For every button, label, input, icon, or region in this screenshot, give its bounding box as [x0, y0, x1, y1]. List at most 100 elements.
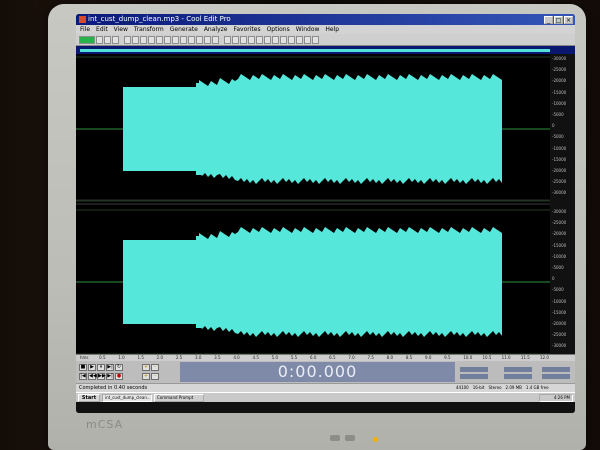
- zoom-in-horizontal-button[interactable]: +: [142, 364, 150, 371]
- right-channel-waveform: [199, 227, 502, 337]
- time-ruler-label: 6.5: [329, 355, 336, 360]
- time-ruler[interactable]: hms 0.5 1.0 1.5 2.0 2.5 3.0 3.5 4.0 4.5 5.0 5.5 6.0 6…: [76, 354, 575, 361]
- overview-strip[interactable]: [76, 46, 575, 54]
- save-file-button[interactable]: [104, 35, 111, 44]
- maximize-button[interactable]: □: [554, 15, 563, 24]
- toolbar-button[interactable]: [224, 35, 231, 44]
- selection-end-field[interactable]: [504, 367, 532, 372]
- zoom-out-vertical-button[interactable]: -: [151, 373, 159, 380]
- waveform-canvas[interactable]: [76, 54, 550, 354]
- time-display: 0:00.000: [180, 362, 455, 382]
- selection-length-field[interactable]: [542, 367, 570, 372]
- loop-button[interactable]: ↻: [115, 364, 123, 371]
- status-file-size: 2.09 MB: [505, 385, 522, 390]
- minimize-button[interactable]: _: [544, 15, 553, 24]
- toolbar-button[interactable]: [172, 35, 179, 44]
- ruler-label: -5000: [552, 134, 564, 140]
- time-ruler-label: 3.0: [195, 355, 202, 360]
- menu-generate[interactable]: Generate: [170, 25, 198, 34]
- toolbar-button[interactable]: [296, 35, 303, 44]
- multitrack-toggle-button[interactable]: [79, 35, 95, 44]
- open-file-button[interactable]: [96, 35, 103, 44]
- ruler-label: 0: [552, 276, 555, 282]
- taskbar-item-cool-edit[interactable]: int_cust_dump_clean...: [102, 393, 152, 402]
- app-icon: [79, 16, 86, 23]
- waveform-display[interactable]: -30000 -25000 -20000 -15000 -10000 -5000 0 -500…: [76, 54, 575, 354]
- menu-transform[interactable]: Transform: [134, 25, 164, 34]
- view-length-field[interactable]: [542, 374, 570, 379]
- menu-edit[interactable]: Edit: [96, 25, 108, 34]
- toolbar-button[interactable]: [272, 35, 279, 44]
- toolbar-button[interactable]: [264, 35, 271, 44]
- fast-forward-button[interactable]: ▶▶: [97, 373, 106, 380]
- left-channel-intro-block: [123, 87, 199, 171]
- time-ruler-label: 12.0: [540, 355, 549, 360]
- toolbar-button[interactable]: [312, 35, 319, 44]
- time-ruler-label: 10.5: [482, 355, 492, 360]
- undo-button[interactable]: [148, 35, 155, 44]
- toolbar-button[interactable]: [248, 35, 255, 44]
- menu-help[interactable]: Help: [325, 25, 339, 34]
- toolbar-button[interactable]: [112, 35, 119, 44]
- time-ruler-label: 9.0: [425, 355, 432, 360]
- record-button[interactable]: ●: [115, 373, 123, 380]
- go-to-start-button[interactable]: |◀: [79, 373, 87, 380]
- menu-window[interactable]: Window: [296, 25, 320, 34]
- ruler-label: -15000: [552, 309, 567, 315]
- menu-view[interactable]: View: [114, 25, 128, 34]
- cut-button[interactable]: [124, 35, 131, 44]
- left-channel-transition: [196, 83, 202, 175]
- time-ruler-label: 10.0: [463, 355, 473, 360]
- toolbar-button[interactable]: [188, 35, 195, 44]
- monitor-brand: mCSA: [86, 418, 124, 431]
- ruler-label: -5000: [552, 112, 564, 117]
- pause-button[interactable]: ⏸: [97, 364, 105, 371]
- time-ruler-label: 8.5: [405, 355, 413, 360]
- toolbar-button[interactable]: [164, 35, 171, 44]
- view-begin-field[interactable]: [460, 374, 488, 379]
- toolbar-button[interactable]: [288, 35, 295, 44]
- time-ruler-label: 11.0: [501, 355, 511, 360]
- zoom-in-vertical-button[interactable]: +: [142, 373, 150, 380]
- overview-range-bar[interactable]: [80, 49, 550, 52]
- toolbar-button[interactable]: [196, 35, 203, 44]
- toolbar-button[interactable]: [180, 35, 187, 44]
- time-ruler-label: 2.0: [156, 355, 164, 360]
- monitor-button[interactable]: [345, 435, 355, 441]
- toolbar-button[interactable]: [304, 35, 311, 44]
- stop-button[interactable]: ■: [79, 364, 87, 371]
- menu-options[interactable]: Options: [267, 25, 290, 34]
- taskbar-item-command-prompt[interactable]: Command Prompt: [154, 393, 204, 402]
- status-sample-rate: 44100: [456, 385, 469, 390]
- ruler-label: -15000: [552, 156, 567, 162]
- selection-begin-field[interactable]: [460, 367, 488, 372]
- ruler-label: -25000: [552, 179, 567, 185]
- menu-file[interactable]: File: [80, 25, 90, 34]
- paste-button[interactable]: [140, 35, 147, 44]
- time-ruler-label: 6.0: [310, 355, 317, 360]
- monitor-button[interactable]: [330, 435, 340, 441]
- menu-analyze[interactable]: Analyze: [204, 25, 228, 34]
- toolbar-button[interactable]: [204, 35, 211, 44]
- toolbar-button[interactable]: [256, 35, 263, 44]
- close-button[interactable]: ×: [564, 15, 573, 24]
- toolbar-button[interactable]: [232, 35, 239, 44]
- rewind-button[interactable]: ◀◀: [88, 373, 97, 380]
- play-to-end-button[interactable]: ▶|: [106, 364, 114, 371]
- ruler-label: -15000: [552, 89, 567, 95]
- toolbar-button[interactable]: [240, 35, 247, 44]
- toolbar-button[interactable]: [156, 35, 163, 44]
- menu-favorites[interactable]: Favorites: [233, 25, 260, 34]
- start-button[interactable]: Start: [78, 393, 100, 402]
- toolbar: [76, 34, 575, 46]
- time-ruler-label: 5.0: [271, 355, 279, 360]
- view-end-field[interactable]: [504, 374, 532, 379]
- toolbar-button[interactable]: [280, 35, 287, 44]
- go-to-end-button[interactable]: ▶|: [106, 373, 114, 380]
- copy-button[interactable]: [132, 35, 139, 44]
- play-button[interactable]: ▶: [88, 364, 96, 371]
- zoom-out-horizontal-button[interactable]: -: [151, 364, 159, 371]
- ruler-label: -30000: [552, 209, 567, 214]
- toolbar-button[interactable]: [212, 35, 219, 44]
- ruler-label: -10000: [552, 298, 567, 304]
